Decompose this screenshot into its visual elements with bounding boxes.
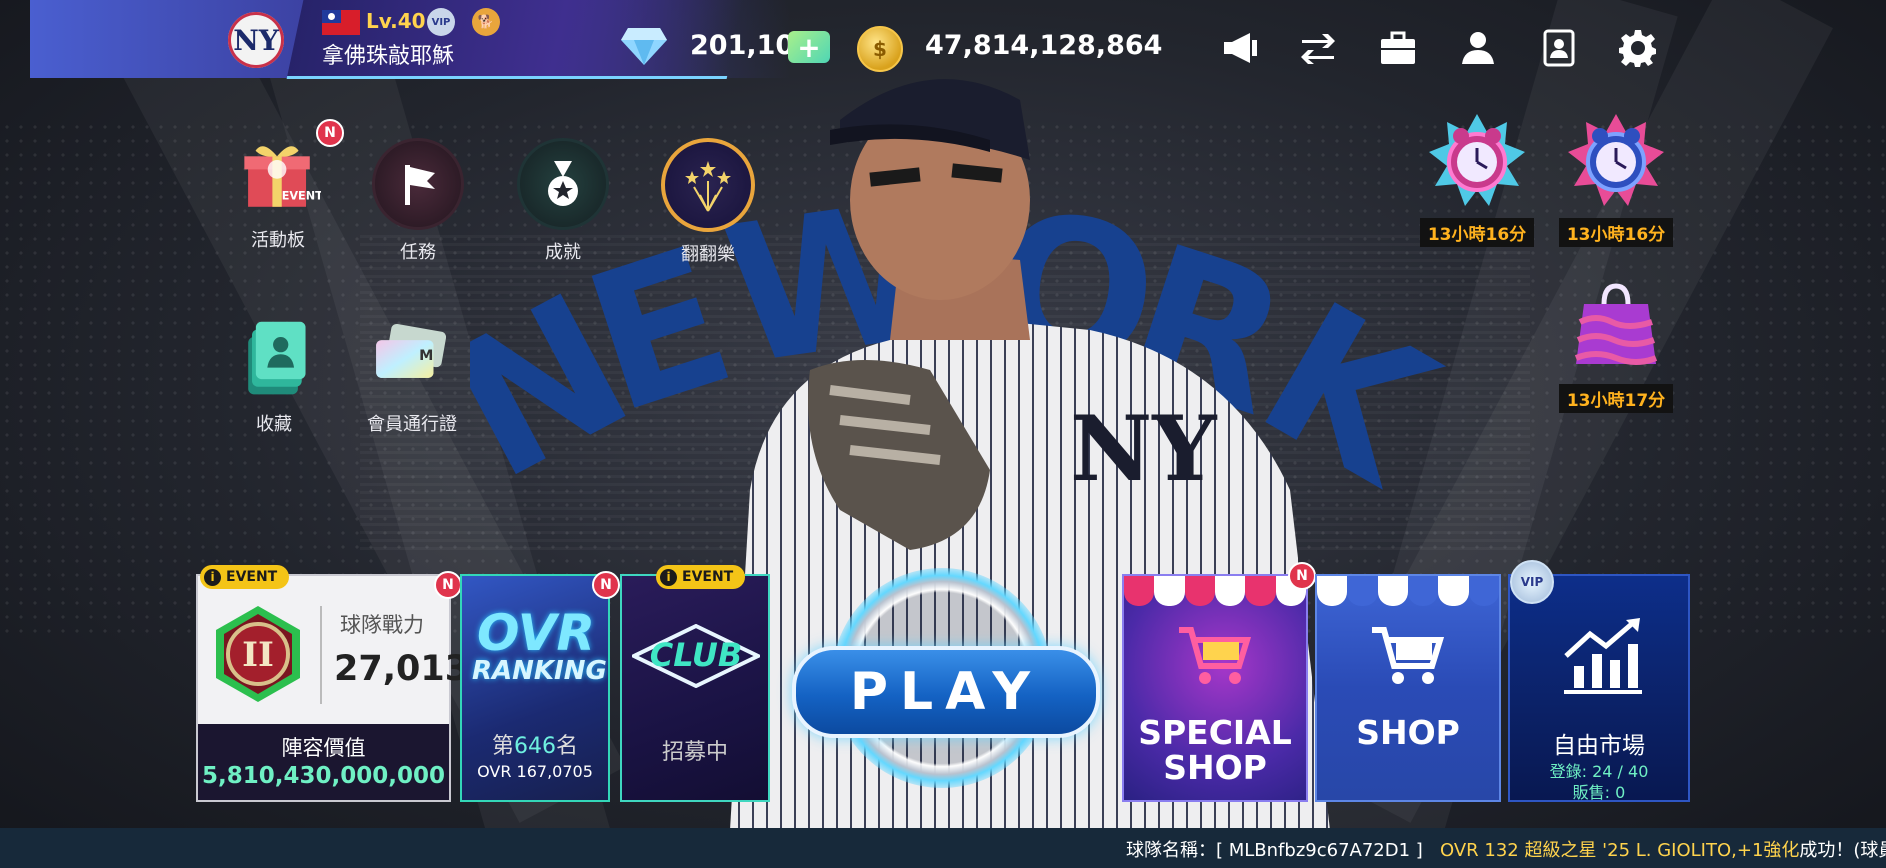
- vip-badge-icon: VIP: [427, 8, 455, 36]
- chart-up-icon: [1564, 618, 1642, 694]
- free-market-title: 自由市場: [1553, 733, 1645, 759]
- shop-card[interactable]: SHOP: [1315, 574, 1501, 802]
- club-status: 招募中: [661, 740, 728, 765]
- lineup-value-panel: 陣容價值 5,810,430,000,000: [198, 724, 449, 800]
- ovr-rank: 第646名: [491, 734, 579, 759]
- vip-badge-icon: VIP: [1510, 560, 1554, 604]
- menu-achievements-label: 成就: [545, 242, 581, 263]
- menu-pass[interactable]: M 會員通行證: [352, 316, 472, 436]
- divider: [320, 606, 322, 704]
- player-nickname: 拿佛珠敲耶穌: [322, 44, 455, 69]
- coin-icon: $: [857, 26, 903, 72]
- new-badge: N: [1288, 562, 1316, 590]
- shopping-bag-icon: [1574, 283, 1658, 365]
- svg-text:EVENT: EVENT: [282, 189, 321, 202]
- svg-text:CLUB: CLUB: [650, 636, 743, 674]
- new-badge: N: [592, 571, 620, 599]
- ticker-result: 成功！(球員身價：: [1799, 840, 1886, 861]
- briefcase-icon[interactable]: [1375, 26, 1421, 70]
- alarm-clock-icon: [1568, 114, 1664, 206]
- lineup-value-label: 陣容價值: [281, 736, 366, 760]
- team-logo[interactable]: NY: [228, 12, 284, 68]
- timer-event-1[interactable]: 13小時16分: [1417, 112, 1537, 247]
- contacts-icon[interactable]: [1536, 26, 1582, 70]
- svg-text:NY: NY: [1070, 396, 1218, 502]
- ovr-ranking-logo: OVR RANKING: [472, 604, 607, 686]
- gift-box-icon: EVENT: [235, 132, 321, 218]
- event-tag: i EVENT: [200, 565, 290, 589]
- cart-icon: [1179, 627, 1252, 684]
- pet-badge-icon: 🐕: [472, 8, 500, 36]
- event-tag: i EVENT: [656, 565, 746, 589]
- team-power-label: 球隊戰力: [340, 613, 424, 637]
- menu-events-label: 活動板: [251, 230, 305, 251]
- menu-collection-label: 收藏: [256, 414, 292, 435]
- play-label: PLAY: [849, 662, 1043, 722]
- ovr-ranking-card[interactable]: OVR RANKING 第646名 OVR 167,0705: [460, 574, 610, 802]
- menu-flip-label: 翻翻樂: [681, 244, 735, 265]
- fireworks-icon: [661, 138, 755, 232]
- timer-label: 13小時17分: [1558, 384, 1674, 413]
- svg-text:M: M: [419, 348, 433, 364]
- play-button[interactable]: PLAY: [792, 646, 1100, 738]
- timer-label: 13小時16分: [1419, 218, 1535, 247]
- special-shop-title: SPECIAL SHOP: [1138, 713, 1292, 787]
- club-card[interactable]: i EVENT CLUB 招募中: [620, 565, 770, 802]
- awning: [1317, 576, 1499, 606]
- swap-icon[interactable]: [1295, 26, 1341, 70]
- new-badge: N: [434, 571, 462, 599]
- ticker-team: 球隊名稱：[ MLBnfbz9c67A72D1 ]: [1126, 840, 1423, 861]
- ovr-value: OVR 167,0705: [477, 762, 593, 781]
- menu-events[interactable]: EVENT 活動板: [218, 132, 338, 252]
- info-icon: i: [204, 568, 221, 586]
- rank-emblem-icon: II: [216, 606, 300, 702]
- profile-icon[interactable]: [1455, 26, 1501, 70]
- timer-event-2[interactable]: 13小時16分: [1556, 112, 1676, 247]
- membership-card-icon: M: [369, 316, 455, 402]
- free-market-sold: 販售: 0: [1572, 783, 1626, 802]
- awning: [1124, 576, 1306, 606]
- megaphone-icon[interactable]: [1217, 26, 1263, 70]
- lineup-value: 5,810,430,000,000: [202, 763, 445, 789]
- menu-collection[interactable]: 收藏: [214, 316, 334, 436]
- card-collection-icon: [231, 316, 317, 402]
- special-shop-card[interactable]: SPECIAL SHOP: [1122, 574, 1308, 802]
- team-power-card[interactable]: i EVENT II 球隊戰力 27,013 陣容價值 5,810,430,000…: [196, 565, 469, 802]
- club-logo-icon: CLUB: [632, 624, 760, 688]
- menu-pass-label: 會員通行證: [367, 414, 457, 435]
- player-level: Lv.40: [366, 9, 426, 33]
- timer-event-3[interactable]: 13小時17分: [1556, 278, 1676, 413]
- medal-icon: [517, 138, 609, 230]
- news-ticker: 球隊名稱：[ MLBnfbz9c67A72D1 ] OVR 132 超級之星 '…: [0, 828, 1886, 868]
- team-power-value: 27,013: [334, 649, 470, 689]
- ticker-item: OVR 132 超級之星 '25 L. GIOLITO,+1強化: [1439, 840, 1800, 861]
- info-icon: i: [660, 568, 677, 586]
- play-button-wrap[interactable]: PLAY: [792, 568, 1100, 808]
- new-badge: N: [316, 119, 344, 147]
- diamond-icon: [620, 26, 668, 66]
- coin-count: 47,814,128,864: [925, 30, 1163, 61]
- flag-mission-icon: [372, 138, 464, 230]
- add-diamond-button[interactable]: +: [788, 31, 830, 64]
- menu-missions[interactable]: 任務: [358, 138, 478, 264]
- shop-title: SHOP: [1356, 713, 1460, 752]
- menu-missions-label: 任務: [400, 242, 436, 263]
- menu-flip[interactable]: 翻翻樂: [648, 138, 768, 266]
- alarm-clock-icon: [1429, 114, 1525, 206]
- menu-achievements[interactable]: 成就: [503, 138, 623, 264]
- flag-icon: [322, 10, 360, 35]
- gear-icon[interactable]: [1615, 26, 1661, 70]
- timer-label: 13小時16分: [1558, 218, 1674, 247]
- svg-text:II: II: [242, 635, 274, 675]
- cart-icon: [1372, 627, 1445, 684]
- free-market-card[interactable]: 自由市場 登錄: 24 / 40 販售: 0: [1508, 574, 1690, 802]
